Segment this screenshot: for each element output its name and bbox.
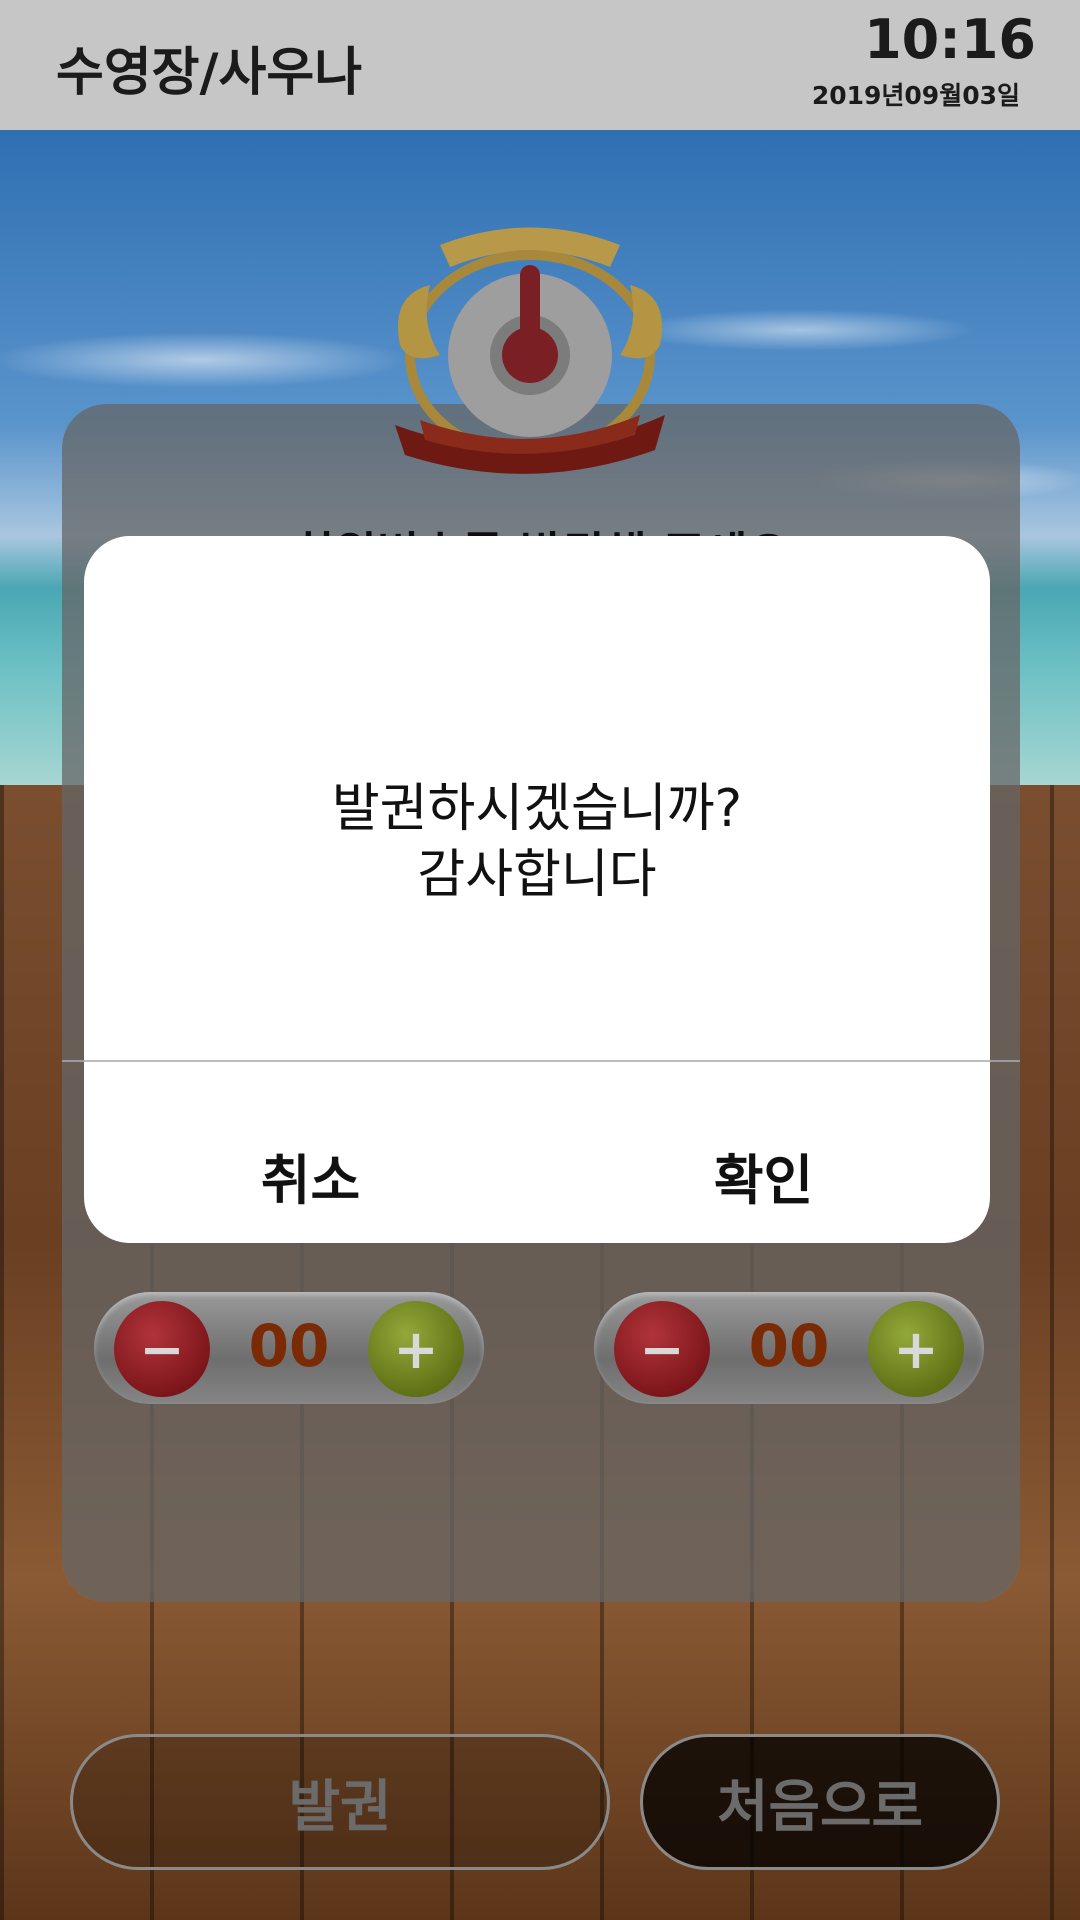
app-title: 수영장/사우나 (56, 43, 363, 103)
plus-button[interactable]: + (368, 1301, 464, 1397)
dialog-divider (84, 1060, 990, 1062)
confirm-button[interactable]: 확인 (537, 1136, 990, 1215)
plus-button[interactable]: + (868, 1301, 964, 1397)
stepper-left: − 00 + (94, 1292, 484, 1404)
cancel-button[interactable]: 취소 (84, 1136, 537, 1215)
confirm-dialog: 발권하시겠습니까? 감사합니다 취소 확인 (84, 536, 990, 1243)
date-label: 2019년09월03일 (811, 81, 1020, 110)
dialog-message: 발권하시겠습니까? 감사합니다 (84, 776, 990, 908)
dialog-message-line1: 발권하시겠습니까? (331, 779, 743, 839)
dialog-message-line2: 감사합니다 (417, 845, 657, 905)
header-bar: 수영장/사우나 10:16 2019년09월03일 (0, 0, 1080, 130)
clock: 10:16 (864, 8, 1036, 71)
stepper-right: − 00 + (594, 1292, 984, 1404)
home-button[interactable]: 처음으로 (640, 1734, 1000, 1870)
thermometer-emblem-icon (395, 227, 665, 474)
issue-button[interactable]: 발권 (70, 1734, 610, 1870)
